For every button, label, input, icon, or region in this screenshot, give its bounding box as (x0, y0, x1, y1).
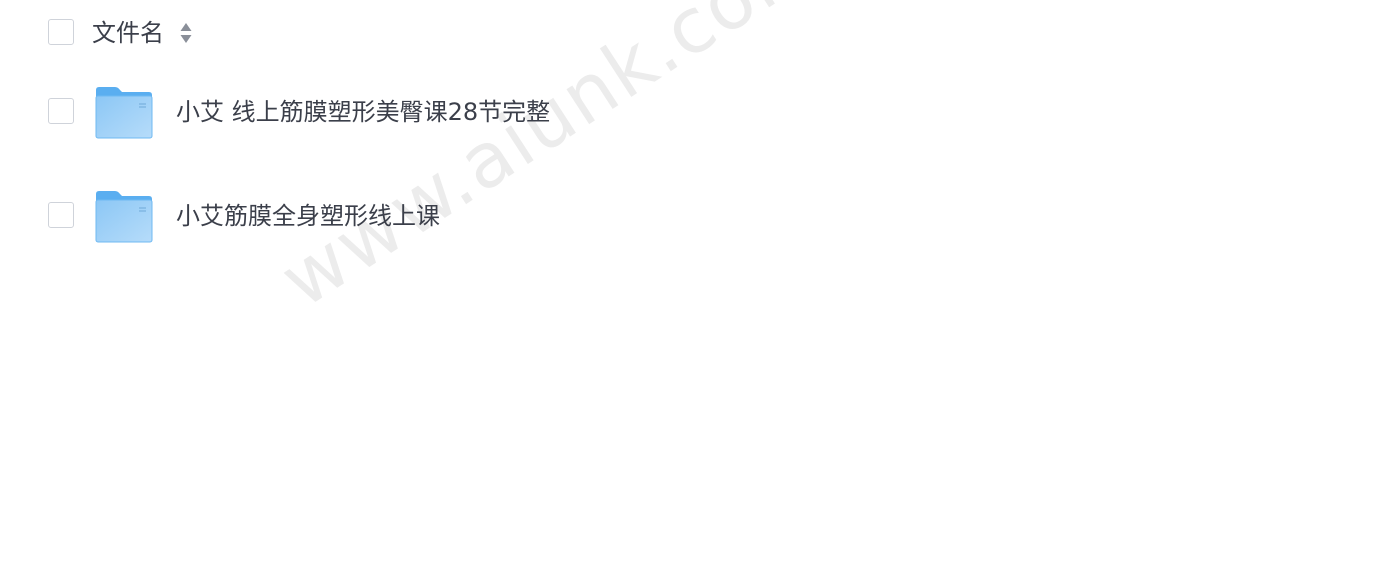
select-all-checkbox[interactable] (48, 19, 74, 45)
sort-icon[interactable] (179, 22, 193, 44)
file-name-link[interactable]: 小艾 线上筋膜塑形美臀课28节完整 (176, 95, 550, 129)
file-list-page: www.aiunk.com 文件名 小艾 线上筋膜塑形美臀课28节完整 小艾筋膜… (0, 0, 1384, 588)
row-checkbox[interactable] (48, 202, 74, 228)
file-name-link[interactable]: 小艾筋膜全身塑形线上课 (176, 199, 440, 233)
folder-icon (95, 191, 153, 243)
file-row[interactable]: 小艾 线上筋膜塑形美臀课28节完整 (0, 86, 800, 156)
folder-icon (95, 87, 153, 139)
file-list-header: 文件名 (0, 0, 1384, 64)
file-row[interactable]: 小艾筋膜全身塑形线上课 (0, 190, 800, 260)
row-checkbox[interactable] (48, 98, 74, 124)
column-header-filename[interactable]: 文件名 (92, 17, 164, 49)
